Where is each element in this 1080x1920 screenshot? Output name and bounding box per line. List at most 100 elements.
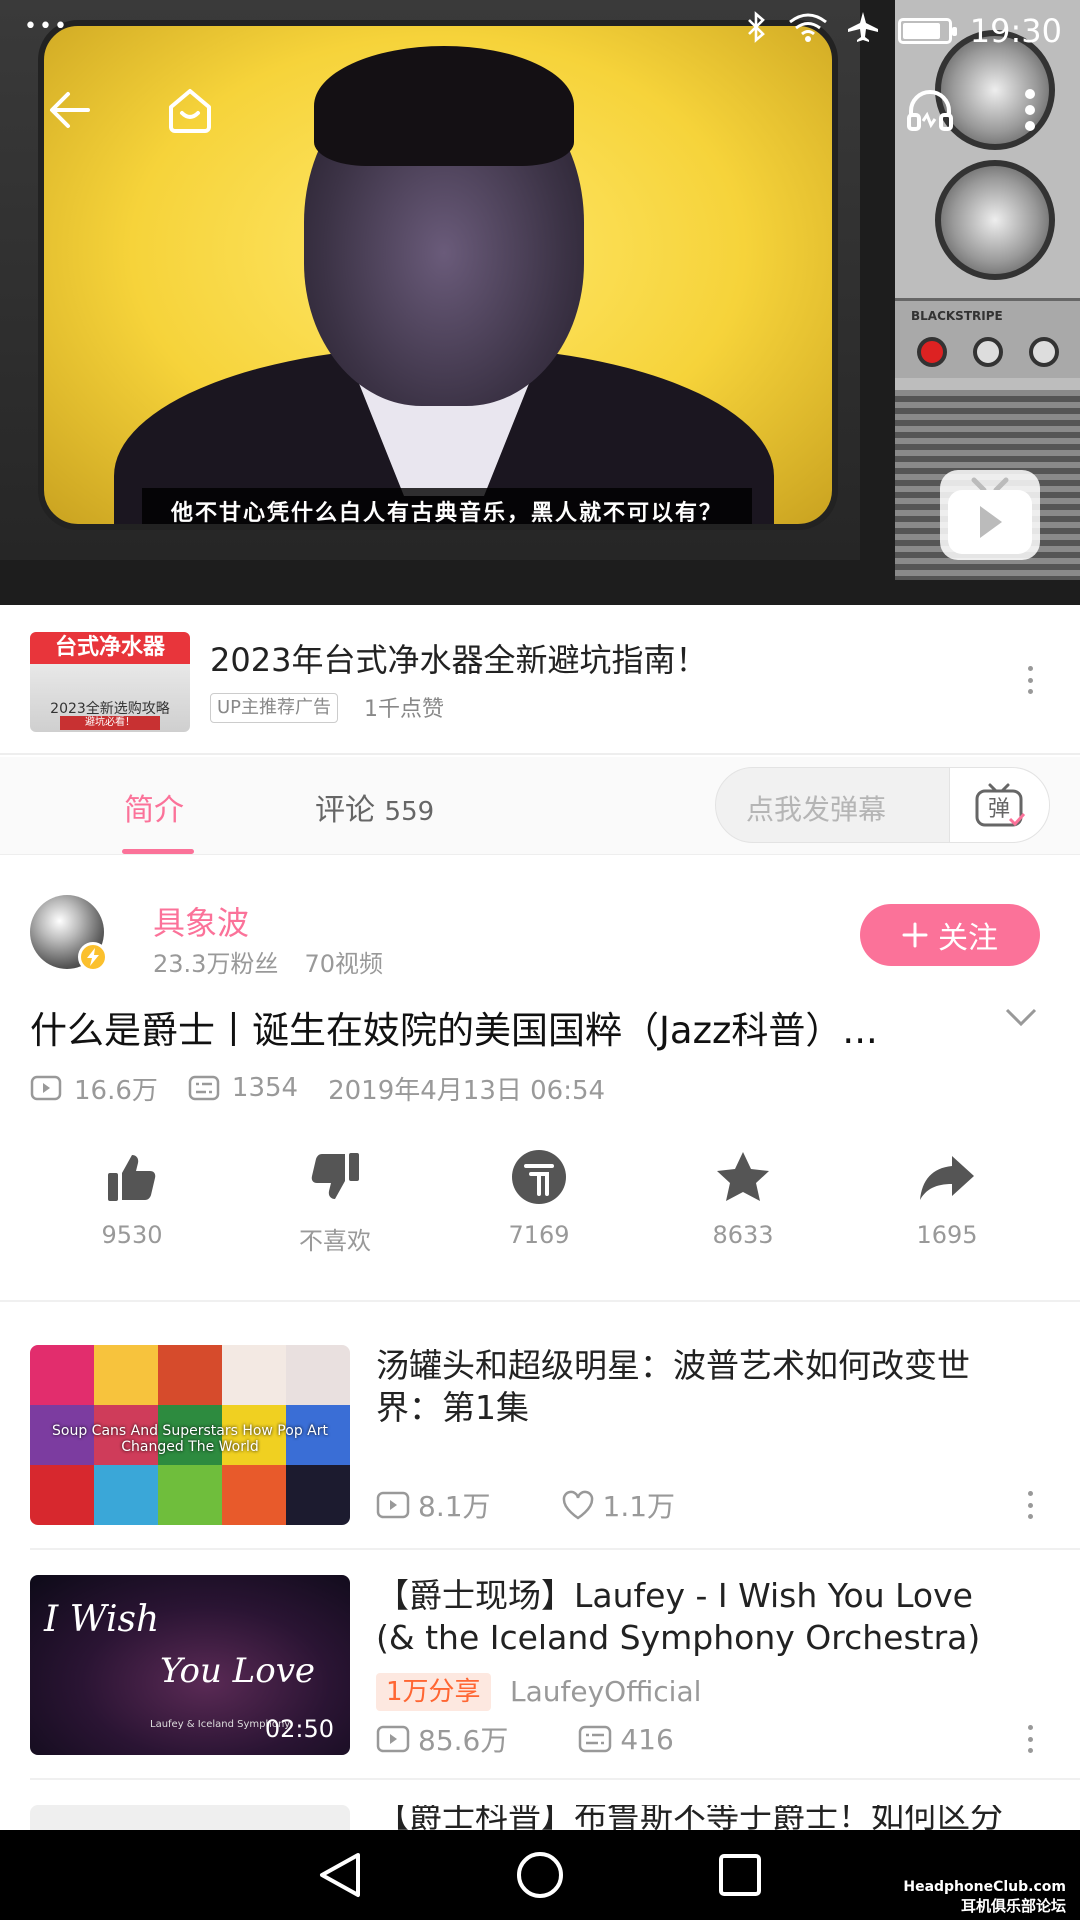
bluetooth-icon [744, 11, 770, 51]
share-tag: 1万分享 [376, 1673, 491, 1711]
tab-comments-count: 559 [384, 797, 435, 827]
listen-mode-button[interactable] [900, 80, 960, 140]
recommended-thumbnail[interactable]: I Wish You Love Laufey & Iceland Symphon… [30, 1575, 350, 1755]
recommended-owner[interactable]: LaufeyOfficial [510, 1675, 701, 1708]
system-nav-bar: HeadphoneClub.com 耳机俱乐部论坛 [0, 1830, 1080, 1920]
tv-brand-strip: BLACKSTRIPE [895, 298, 1080, 378]
recommended-video[interactable]: I Wish You Love Laufey & Iceland Symphon… [0, 1575, 1080, 1805]
home-icon [169, 89, 211, 133]
thumbnail-image [30, 1805, 350, 1830]
airplane-mode-icon [846, 10, 880, 52]
views-icon [376, 1725, 410, 1753]
coin-button[interactable]: 7169 [469, 1145, 609, 1249]
recommended-title[interactable]: 【爵士科普】布鲁斯不等于爵士！如何区分 [376, 1805, 1016, 1830]
thumbs-down-icon [311, 1153, 359, 1199]
uploader-stats: 23.3万粉丝 70视频 [153, 944, 383, 979]
tv-play-icon [948, 477, 1032, 554]
ad-title[interactable]: 2023年台式净水器全新避坑指南！ [210, 635, 707, 681]
tab-intro[interactable]: 简介 [124, 785, 184, 829]
tv-brand: BLACKSTRIPE [911, 309, 1003, 323]
favorite-count: 8633 [712, 1221, 774, 1249]
dislike-button[interactable]: 不喜欢 [265, 1145, 405, 1256]
chevron-down-icon [1005, 1008, 1037, 1027]
nav-home-button[interactable] [510, 1848, 570, 1902]
clock: 19:30 [969, 12, 1062, 50]
video-player[interactable]: 他不甘心凭什么白人有古典音乐，黑人就不可以有？ BLACKSTRIPE ••• [0, 0, 1080, 605]
danmaku-input[interactable]: 点我发弹幕 弹 [715, 767, 1050, 843]
nav-recents-button[interactable] [710, 1848, 770, 1902]
expand-description-button[interactable] [1004, 1006, 1038, 1032]
video-duration: 02:50 [264, 1715, 334, 1743]
coin-icon [512, 1150, 566, 1204]
recommended-video[interactable]: Soup Cans And Superstars How Pop Art Cha… [0, 1345, 1080, 1575]
recommended-title[interactable]: 【爵士现场】Laufey - I Wish You Love (& the Ic… [376, 1575, 1016, 1659]
battery-fill [902, 23, 940, 39]
headphones-icon [907, 90, 953, 131]
ad-thumbnail[interactable]: 台式净水器 2023全新选购攻略 避坑必看！ [30, 632, 190, 732]
ad-more-button[interactable] [1020, 660, 1040, 700]
watermark-line1: HeadphoneClub.com [903, 1879, 1066, 1895]
recommended-title[interactable]: 汤罐头和超级明星：波普艺术如何改变世界：第1集 [376, 1345, 1016, 1429]
verified-bolt-icon [78, 942, 108, 972]
share-arrow-icon [920, 1156, 974, 1200]
uploader-name[interactable]: 具象波 [153, 898, 249, 944]
list-divider [30, 1548, 1080, 1550]
thumbnail-title-line2: You Love [160, 1651, 316, 1691]
dislike-label: 不喜欢 [299, 1227, 371, 1255]
more-vertical-icon [1025, 89, 1035, 131]
like-count: 9530 [101, 1221, 163, 1249]
recommended-thumbnail[interactable] [30, 1805, 350, 1830]
home-button[interactable] [160, 80, 220, 140]
video-title[interactable]: 什么是爵士丨诞生在妓院的美国国粹（Jazz科普）... [30, 1000, 980, 1054]
video-frame: 他不甘心凭什么白人有古典音乐，黑人就不可以有？ [0, 0, 860, 560]
recommended-more-button[interactable] [1020, 1719, 1040, 1759]
circle-home-icon [517, 1852, 563, 1898]
player-more-button[interactable] [1000, 80, 1060, 140]
nav-back-button[interactable] [310, 1848, 370, 1902]
wifi-icon [788, 12, 828, 50]
tab-comments-label: 评论 [315, 793, 375, 828]
ad-banner[interactable]: 台式净水器 2023全新选购攻略 避坑必看！ 2023年台式净水器全新避坑指南！… [0, 605, 1080, 755]
recommended-meta: 8.1万 1.1万 [376, 1485, 675, 1525]
tab-active-indicator [122, 849, 194, 854]
tab-comments[interactable]: 评论 559 [315, 785, 434, 829]
like-button[interactable]: 9530 [62, 1145, 202, 1249]
views-icon [376, 1491, 410, 1519]
favorite-button[interactable]: 8633 [673, 1145, 813, 1249]
list-divider [30, 1778, 1080, 1780]
back-arrow-icon [50, 92, 90, 128]
ad-thumb-title: 台式净水器 [30, 632, 190, 664]
follow-button[interactable]: 关注 [860, 904, 1040, 966]
video-meta: 16.6万 1354 2019年4月13日 06:54 [30, 1070, 605, 1106]
play-button[interactable] [940, 470, 1040, 560]
recommended-views: 85.6万 [418, 1724, 509, 1757]
video-date: 2019年4月13日 06:54 [328, 1075, 606, 1106]
portrait-hair [314, 46, 574, 166]
uploader-videos: 70视频 [304, 950, 383, 978]
detail-tabs: 简介 评论 559 点我发弹幕 弹 [0, 757, 1080, 855]
danmaku-count-icon [578, 1725, 612, 1753]
action-bar: 9530 不喜欢 7169 8633 1695 [0, 1145, 1080, 1265]
recommended-danmaku: 416 [620, 1722, 674, 1756]
share-button[interactable]: 1695 [877, 1145, 1017, 1249]
recommended-more-button[interactable] [1020, 1485, 1040, 1525]
share-count: 1695 [916, 1221, 978, 1249]
recommended-views: 8.1万 [418, 1490, 491, 1523]
notification-dots-icon: ••• [24, 14, 69, 39]
watermark-logo: HeadphoneClub.com 耳机俱乐部论坛 [903, 1879, 1066, 1916]
heart-icon [561, 1490, 595, 1520]
recommended-likes: 1.1万 [602, 1490, 676, 1523]
back-button[interactable] [40, 80, 100, 140]
coin-count: 7169 [508, 1221, 570, 1249]
views-icon [30, 1075, 62, 1101]
danmaku-icon: 弹 [975, 783, 1025, 827]
danmaku-toggle-button[interactable]: 弹 [949, 768, 1049, 842]
recommended-video[interactable]: 【爵士科普】布鲁斯不等于爵士！如何区分 [0, 1805, 1080, 1830]
recommended-meta: 85.6万 416 [376, 1719, 674, 1759]
recommended-thumbnail[interactable]: Soup Cans And Superstars How Pop Art Cha… [30, 1345, 350, 1525]
section-divider [0, 1300, 1080, 1302]
watermark-line2: 耳机俱乐部论坛 [960, 1897, 1066, 1915]
video-subtitle: 他不甘心凭什么白人有古典音乐，黑人就不可以有？ [142, 488, 752, 524]
uploader-fans: 23.3万粉丝 [153, 950, 279, 978]
uploader-row: 具象波 23.3万粉丝 70视频 关注 [0, 880, 1080, 990]
